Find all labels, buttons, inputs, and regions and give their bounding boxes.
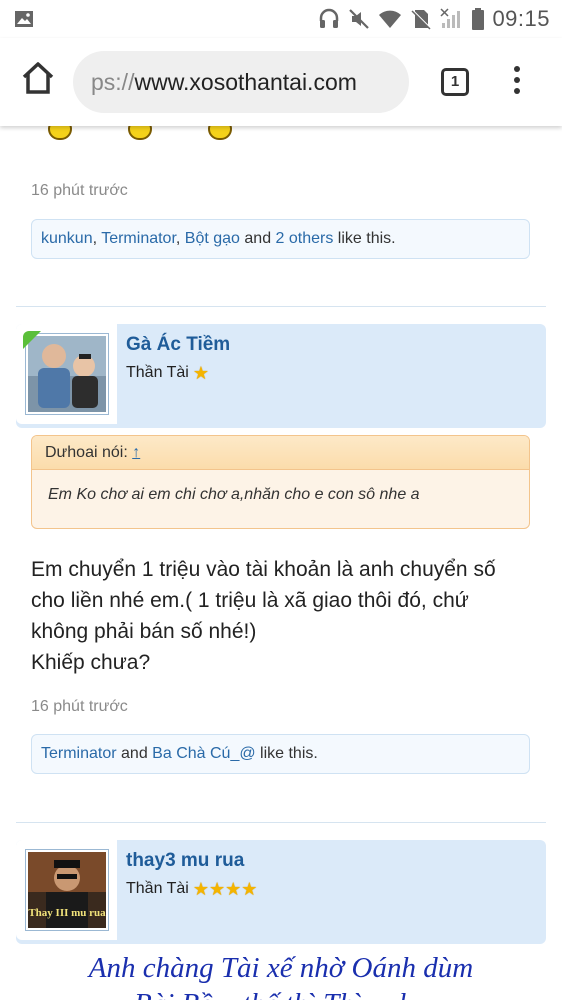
smiley-icon	[38, 126, 82, 144]
rank-star-icon: ★	[192, 363, 209, 383]
headset-icon	[320, 8, 339, 28]
avatar-caption: Thay III mu rua	[28, 907, 106, 919]
post-headline: Anh chàng Tài xế nhờ Oánh dùm	[88, 952, 474, 984]
liker-link[interactable]: kunkun	[41, 230, 93, 247]
address-bar[interactable]: ps://www.xosothantai.com	[73, 51, 409, 113]
others-link[interactable]: 2 others	[276, 230, 334, 247]
smiley-icon	[118, 126, 162, 144]
no-sim-icon	[411, 9, 432, 30]
post-headline-cont: Bài Bồ... thế thì Thì ... l...	[0, 988, 562, 1000]
tab-switcher-button[interactable]: 1	[441, 68, 469, 96]
quote-jump-link[interactable]: ↑	[132, 444, 140, 461]
forum-thread: 16 phút trước kunkun, Terminator, Bột gạ…	[0, 126, 562, 1000]
liker-link[interactable]: Bột gạo	[185, 230, 240, 247]
avatar-image: Thay III mu rua	[28, 852, 106, 928]
liker-link[interactable]: Terminator	[101, 230, 176, 247]
wifi-icon	[379, 10, 402, 28]
rank-stars-icon: ★★★★	[192, 879, 258, 899]
quote-text: Em Ko chơ ai em chi chơ a,nhăn cho e con…	[48, 486, 420, 503]
mute-icon	[349, 9, 370, 29]
smiley-row	[38, 126, 242, 144]
clock: 09:15	[492, 6, 550, 31]
url-scheme: ps://	[91, 69, 135, 95]
post-timestamp[interactable]: 16 phút trước	[31, 698, 128, 716]
quote-header: Dưhoai nói: ↑	[32, 436, 529, 470]
post-divider	[16, 822, 546, 823]
user-title: Thần Tài ★★★★	[126, 879, 258, 899]
quote-block: Dưhoai nói: ↑ Em Ko chơ ai em chi chơ a,…	[31, 435, 530, 529]
likes-summary: kunkun, Terminator, Bột gạo and 2 others…	[31, 219, 530, 259]
post-author-bar: Gà Ác Tiềm Thần Tài ★	[16, 324, 546, 428]
home-icon[interactable]	[20, 60, 56, 96]
liker-link[interactable]: Ba Chà Cú_@	[152, 745, 255, 762]
smiley-icon	[198, 126, 242, 144]
url-host: www.xosothantai.com	[134, 69, 357, 95]
user-title: Thần Tài ★	[126, 363, 209, 383]
browser-toolbar: ps://www.xosothantai.com 1	[0, 38, 562, 126]
signal-icon	[440, 8, 461, 28]
avatar[interactable]: Thay III mu rua	[25, 849, 109, 931]
username-link[interactable]: Gà Ác Tiềm	[126, 334, 230, 356]
quote-author: Dưhoai nói:	[45, 444, 128, 461]
post-divider	[16, 306, 546, 307]
online-indicator-icon	[23, 331, 41, 349]
liker-link[interactable]: Terminator	[41, 745, 117, 762]
post-timestamp[interactable]: 16 phút trước	[31, 182, 128, 200]
status-bar: 09:15	[0, 0, 562, 38]
battery-icon	[472, 8, 485, 30]
overflow-menu-icon[interactable]	[510, 66, 524, 98]
username-link[interactable]: thay3 mu rua	[126, 850, 244, 872]
likes-summary: Terminator and Ba Chà Cú_@ like this.	[31, 734, 530, 774]
gallery-notification-icon	[15, 11, 33, 27]
post-author-bar: Thay III mu rua thay3 mu rua Thần Tài ★★…	[16, 840, 546, 944]
post-message: Em chuyển 1 triệu vào tài khoản là anh c…	[31, 558, 496, 674]
